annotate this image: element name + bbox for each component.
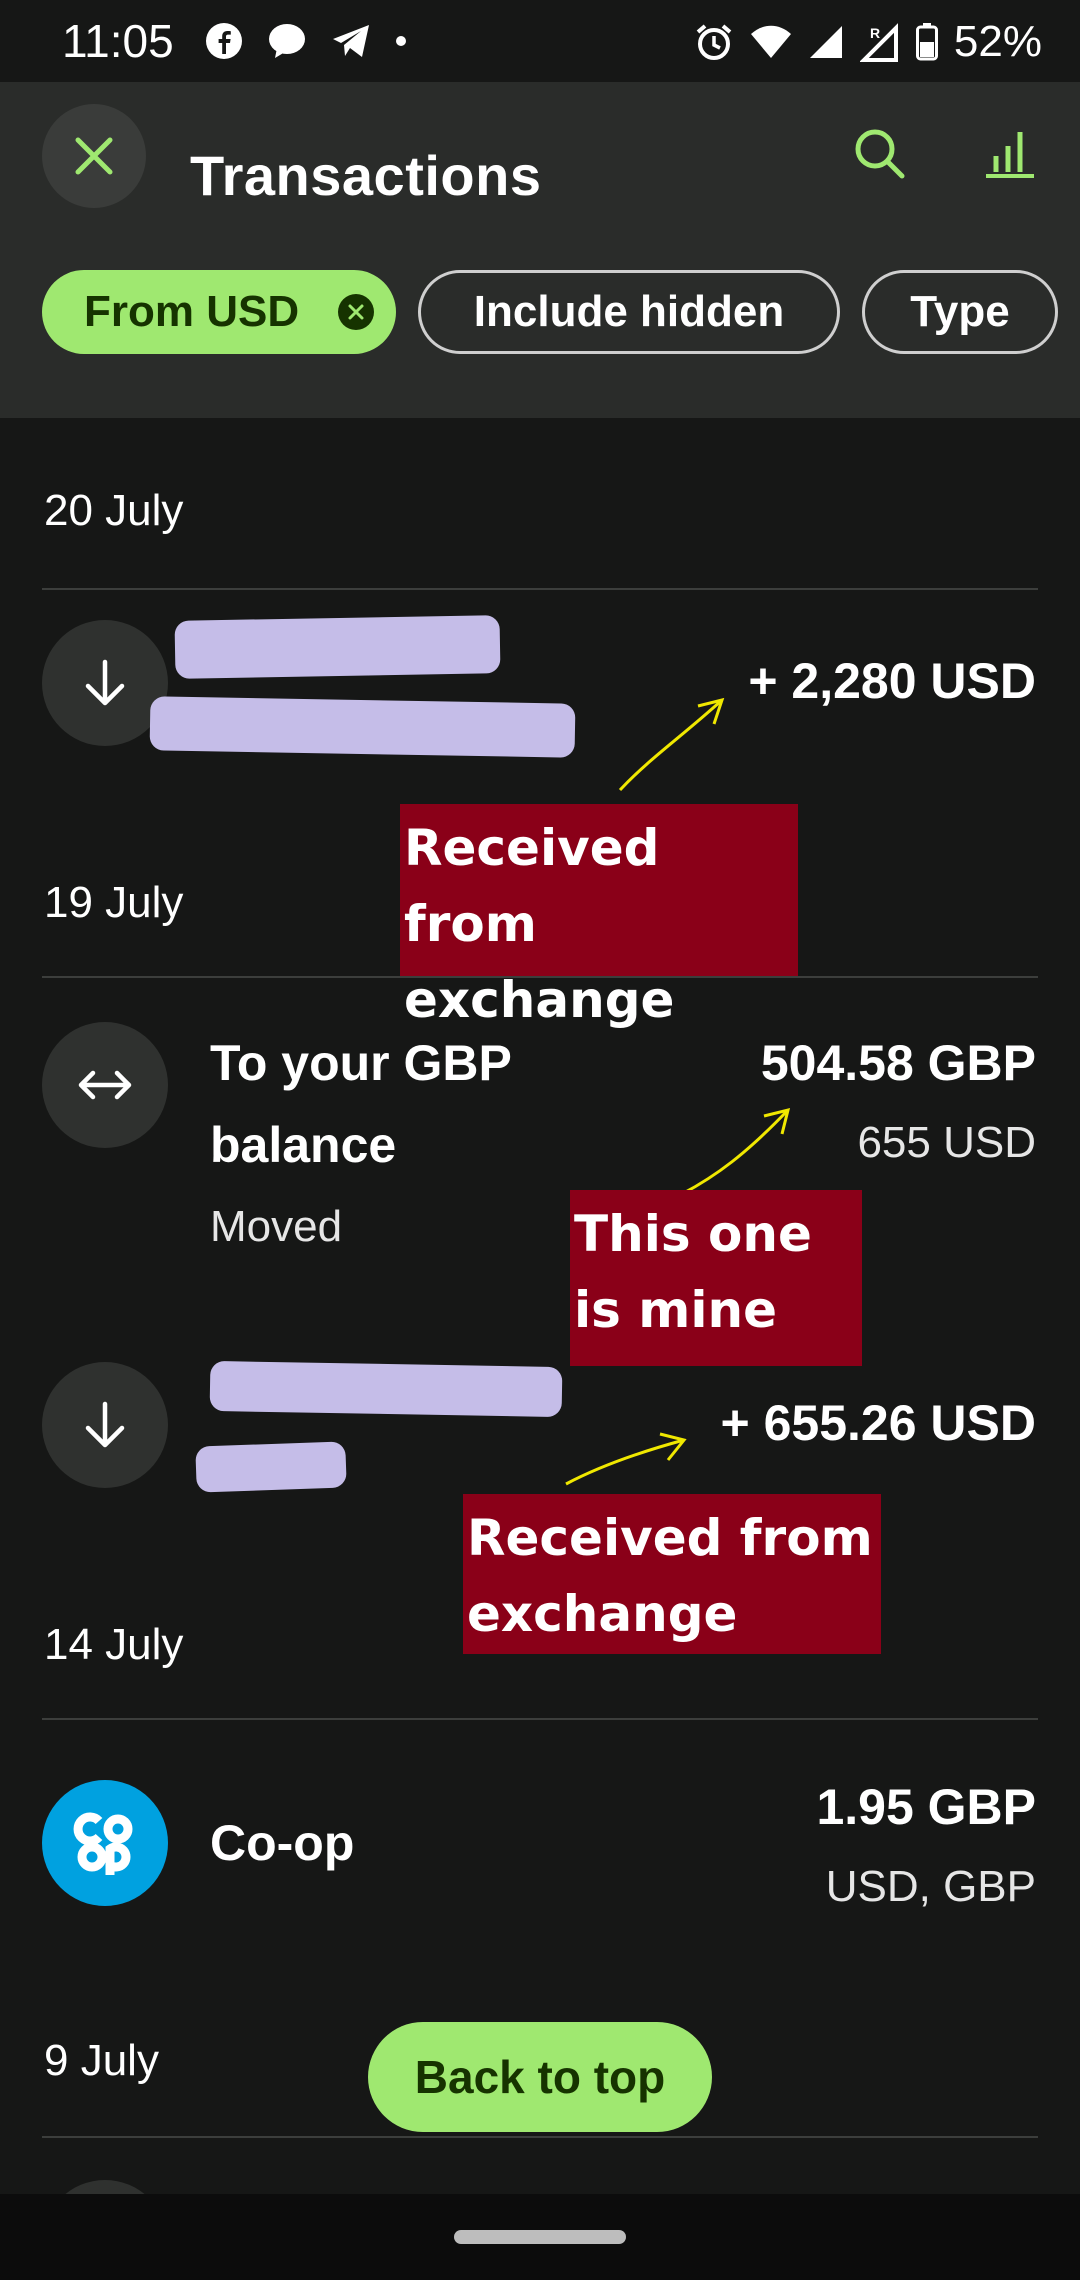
transaction-title: To your GBP balance [210, 1035, 511, 1173]
battery-percent: 52% [953, 17, 1042, 66]
facebook-icon [206, 23, 242, 59]
annotation-received-from-exchange: Received from exchange [463, 1494, 881, 1654]
filter-chip-type[interactable]: Type [862, 270, 1058, 354]
filter-chip-label: Type [910, 287, 1010, 336]
divider [42, 2136, 1038, 2138]
annotation-arrow [681, 1107, 791, 1196]
header: Transactions From USD Include hidden Typ… [0, 82, 1080, 418]
transaction-icon [42, 1362, 168, 1488]
transaction-title: Co-op [210, 1815, 355, 1871]
svg-text:R: R [870, 25, 880, 41]
annotation-received-from-exchange: Received from exchange [400, 804, 798, 1029]
close-button[interactable] [42, 104, 146, 208]
messenger-icon [269, 24, 305, 58]
alarm-icon [696, 24, 732, 60]
telegram-icon [333, 25, 369, 57]
insights-button[interactable] [980, 124, 1040, 184]
redacted-name [209, 1360, 563, 1418]
transaction-amount-secondary: 655 USD [857, 1118, 1036, 1167]
date-header: 14 July [44, 1620, 184, 1669]
transaction-amount: + 655.26 USD [720, 1395, 1036, 1451]
system-status: R 52% [694, 14, 1042, 70]
divider [42, 588, 1038, 590]
navigation-bar [0, 2194, 1080, 2280]
filter-chip-include-hidden[interactable]: Include hidden [418, 270, 840, 354]
date-header: 19 July [44, 878, 184, 927]
back-to-top-button[interactable]: Back to top [368, 2022, 712, 2132]
battery-icon [915, 23, 938, 61]
swap-arrows-icon [78, 1070, 132, 1100]
signal-roaming-icon: R [859, 23, 898, 62]
arrow-down-icon [85, 1401, 125, 1448]
redacted-subtitle [149, 696, 576, 758]
filter-chip-from-usd[interactable]: From USD [42, 270, 396, 354]
close-icon [348, 304, 364, 320]
redacted-subtitle [195, 1441, 347, 1493]
transaction-subtitle: Moved [210, 1202, 343, 1251]
status-time: 11:05 [62, 15, 174, 67]
gesture-handle[interactable] [454, 2230, 626, 2244]
transaction-amount: + 2,280 USD [748, 653, 1036, 709]
bar-chart-icon [986, 132, 1034, 178]
date-header: 9 July [44, 2036, 159, 2085]
coop-logo-icon [73, 1812, 133, 1875]
date-header: 20 July [44, 486, 184, 535]
status-bar: 11:05 R 52% [0, 0, 1080, 82]
transaction-list: 20 July + 2,280 USD Received from exchan… [0, 418, 1080, 2280]
wifi-icon [750, 25, 791, 58]
notification-icons [205, 20, 407, 62]
page-title: Transactions [190, 144, 542, 202]
transaction-amount-secondary: USD, GBP [825, 1862, 1036, 1911]
annotation-arrow [565, 1432, 687, 1486]
search-button[interactable] [850, 124, 910, 184]
clear-filter-button[interactable] [338, 294, 374, 330]
signal-icon [809, 26, 842, 58]
arrow-down-icon [85, 659, 125, 706]
redacted-name [174, 615, 501, 679]
transaction-icon [42, 1022, 168, 1148]
coop-logo [42, 1780, 168, 1906]
annotation-arrow [618, 697, 725, 792]
annotation-this-one-is-mine: This one is mine [570, 1190, 862, 1366]
divider [42, 976, 1038, 978]
search-icon [855, 129, 905, 179]
close-icon [75, 137, 113, 175]
dot-icon [396, 36, 406, 46]
transaction-amount: 504.58 GBP [760, 1035, 1036, 1091]
transaction-amount: 1.95 GBP [816, 1779, 1036, 1835]
filter-chip-label: From USD [84, 287, 300, 336]
filter-chip-label: Include hidden [473, 287, 785, 336]
divider [42, 1718, 1038, 1720]
